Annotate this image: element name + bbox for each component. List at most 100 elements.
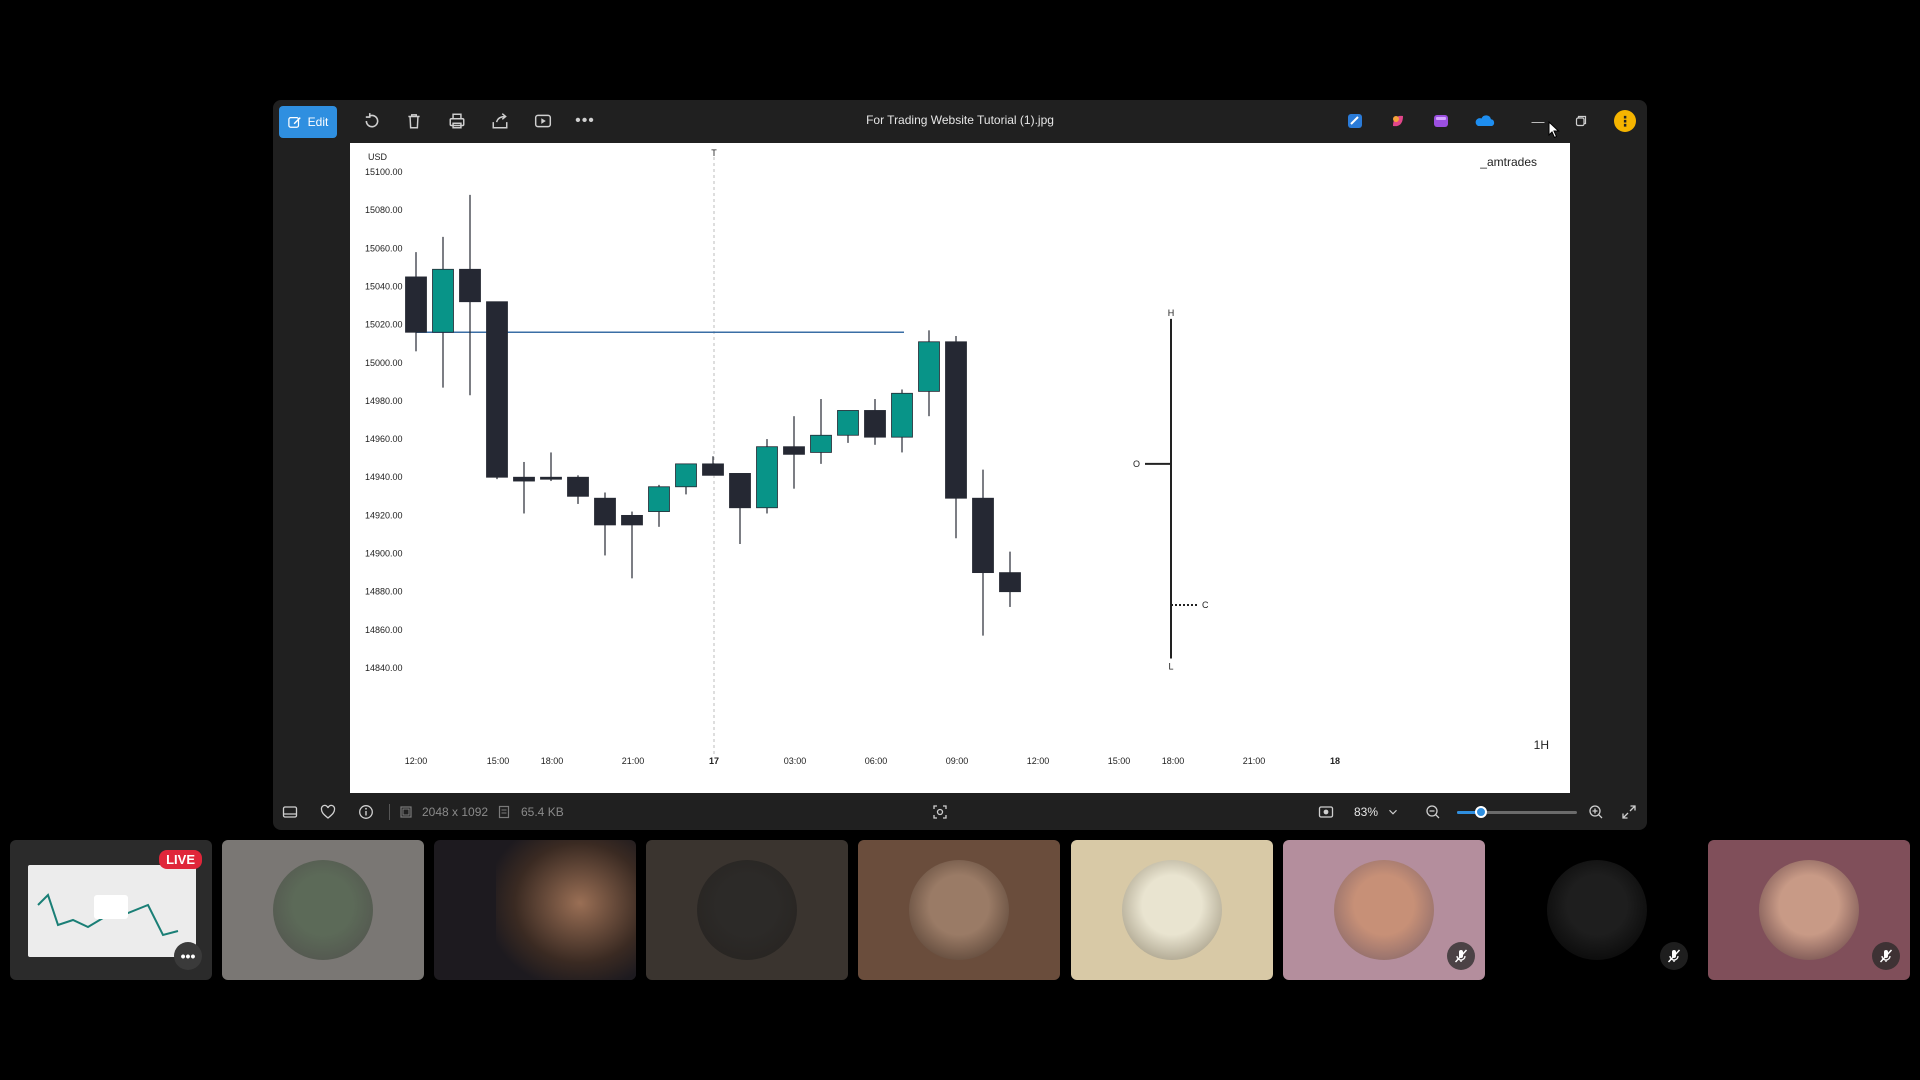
participant-tile[interactable] [434,840,636,980]
zoom-out-icon[interactable] [1423,802,1443,822]
monitor-icon [94,895,128,919]
camera-feed [496,840,636,980]
candle-body [432,268,454,333]
ohlc-legend-low-label: L [1168,661,1173,671]
y-tick-label: 15000.00 [365,358,403,368]
x-tick-label: 06:00 [865,756,888,766]
x-tick-label: 09:00 [946,756,969,766]
y-tick-label: 14880.00 [365,587,403,597]
x-tick-label: 12:00 [1027,756,1050,766]
muted-microphone-icon [1872,942,1900,970]
currency-label: USD [368,152,388,162]
participant-tile[interactable] [858,840,1060,980]
participant-tile[interactable] [1283,840,1485,980]
status-divider [389,804,390,820]
timeframe-label: 1H [1534,738,1549,752]
watermark: _amtrades [1479,155,1537,169]
y-tick-label: 15040.00 [365,281,403,291]
copilot-icon[interactable] [1389,112,1407,130]
muted-microphone-icon [1660,942,1688,970]
avatar [1759,860,1859,960]
candle-body [783,446,805,455]
x-tick-label: 15:00 [1108,756,1131,766]
more-options-button[interactable]: ••• [174,942,202,970]
candle-body [648,486,670,512]
candle-body [621,514,643,526]
avatar [273,860,373,960]
x-tick-label: 21:00 [1243,756,1266,766]
zoom-slider[interactable] [1457,806,1577,818]
filmstrip-icon[interactable] [280,802,300,822]
candle-body [486,301,508,478]
candle-body [918,341,940,392]
actual-size-icon[interactable] [1316,802,1336,822]
y-tick-label: 14900.00 [365,549,403,559]
fullscreen-icon[interactable] [1619,802,1639,822]
participant-tile[interactable] [646,840,848,980]
live-badge: LIVE [159,850,202,869]
candle-body [945,341,967,499]
muted-microphone-icon [1447,942,1475,970]
title-bar: Edit ••• For Trading Website Tutorial (1… [273,100,1647,142]
y-tick-label: 15080.00 [365,205,403,215]
candle-body [540,476,562,480]
y-tick-label: 14920.00 [365,510,403,520]
candle-body [810,434,832,453]
favorite-heart-icon[interactable] [318,802,338,822]
x-tick-label: 18:00 [541,756,564,766]
x-tick-label: 12:00 [405,756,428,766]
app-menu-button[interactable]: ⋮ [1614,110,1636,132]
file-size: 65.4 KB [521,805,564,819]
ohlc-legend-high-label: H [1168,308,1175,318]
participant-tile[interactable] [1071,840,1273,980]
candle-body [729,473,751,509]
minimize-button[interactable]: — [1527,110,1549,132]
avatar [1122,860,1222,960]
participant-tile[interactable] [1496,840,1698,980]
photos-viewer-window: Edit ••• For Trading Website Tutorial (1… [273,100,1647,830]
chevron-down-icon[interactable] [1386,802,1400,822]
candle-body [891,392,913,438]
onedrive-icon[interactable] [1474,112,1496,130]
image-canvas[interactable]: USD 15100.00 15080.00 15060.00 15040.00 15020… [350,143,1570,793]
dimensions-icon [398,802,414,822]
ohlc-legend-open-label: O [1133,459,1140,469]
y-tick-label: 15020.00 [365,320,403,330]
candle-body [675,463,697,488]
vertical-marker-label: T [711,148,717,158]
candle-body [702,463,724,476]
visual-search-icon[interactable] [930,802,950,822]
restore-button[interactable] [1570,110,1592,132]
info-icon[interactable] [356,802,376,822]
status-bar: 2048 x 1092 65.4 KB 83% [273,794,1647,830]
candle-body [405,276,427,333]
participant-tile[interactable] [222,840,424,980]
y-tick-label: 14960.00 [365,434,403,444]
candlestick-chart: USD 15100.00 15080.00 15060.00 15040.00 15020… [357,148,1549,766]
y-tick-label: 14840.00 [365,663,403,673]
zoom-slider-thumb[interactable] [1475,806,1487,818]
avatar [697,860,797,960]
zoom-in-icon[interactable] [1586,802,1606,822]
candle-body [459,268,481,303]
candle-body [837,410,859,436]
ohlc-legend-close-label: C [1202,600,1209,610]
x-tick-label: 18 [1330,756,1340,766]
clipchamp-icon[interactable] [1346,112,1364,130]
image-dimensions: 2048 x 1092 [422,805,489,819]
x-tick-label: 15:00 [487,756,510,766]
candle-body [864,410,886,438]
avatar [909,860,1009,960]
x-tick-label: 03:00 [784,756,807,766]
y-tick-label: 15100.00 [365,167,403,177]
zoom-level[interactable]: 83% [1354,805,1378,819]
participant-tile[interactable] [1708,840,1910,980]
candle-body [513,476,535,482]
restore-icon [1575,115,1587,127]
candle-body [594,497,616,526]
screen-share-tile[interactable]: LIVE ••• [10,840,212,980]
designer-icon[interactable] [1432,112,1450,130]
candle-body [972,497,994,574]
candle-body [567,476,589,497]
file-size-icon [496,802,512,822]
